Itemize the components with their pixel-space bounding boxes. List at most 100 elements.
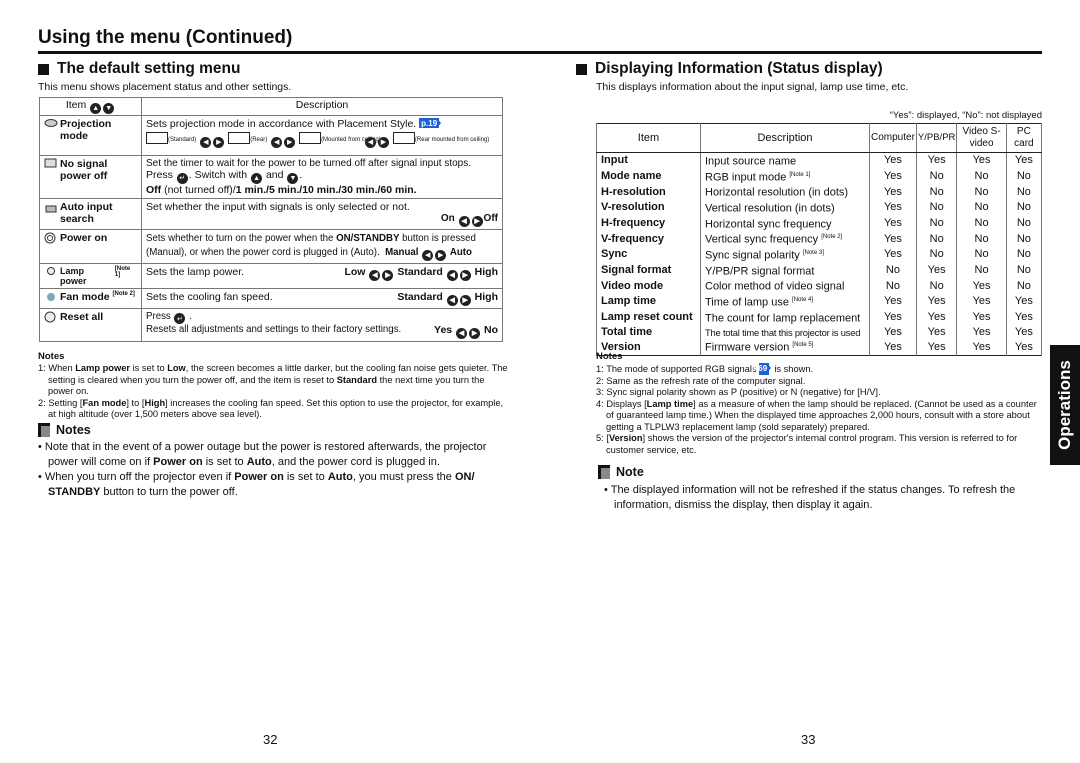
item-cell: Lamp time (596, 293, 701, 310)
text: and (265, 169, 284, 181)
title-rule (38, 51, 1042, 54)
item-cell: V-frequency (596, 231, 701, 247)
value-cell: No (1005, 184, 1043, 200)
yes-no-legend: “Yes”: displayed, “No”: not displayed (889, 110, 1042, 121)
table-row: Fan mode [Note 2] Sets the cooling fan s… (39, 288, 503, 309)
table-row: Version Firmware version [Note 5] Yes Yes Ye… (596, 339, 1043, 356)
page-title: Using the menu (Continued) (38, 27, 293, 48)
value-cell: No (956, 215, 1007, 232)
fan-icon (44, 291, 58, 303)
page-reference-link[interactable]: p.69 (751, 363, 770, 375)
table-header-row: Item ▲ ▼ Description (39, 97, 503, 116)
status-display-table: Item Description Computer Y/PB/PR Video … (596, 123, 1043, 356)
notes-box-heading: Notes (38, 423, 91, 437)
standard-placement-icon (146, 132, 168, 144)
option-label: (Rear) (250, 137, 268, 143)
table-row: Lamp power [Note 1] Sets the lamp power.… (39, 263, 503, 289)
heading-text: Notes (56, 423, 91, 437)
value-cell: Yes (869, 231, 917, 247)
table-row: Auto input search Set whether the input … (39, 198, 503, 230)
description-cell: Color method of video signal (700, 278, 870, 294)
table-header-row: Item Description Computer Y/PB/PR Video … (596, 123, 1043, 153)
right-button-icon: ▶ (382, 269, 394, 281)
operations-side-tab: Operations (1050, 345, 1080, 465)
value-cell: Yes (915, 325, 958, 340)
note-item: 3: Sync signal polarity shown as P (posi… (596, 387, 881, 397)
value-cell: Yes (869, 184, 917, 200)
value-cell: No (1005, 246, 1043, 263)
heading-text: Note (616, 465, 644, 479)
description-cell: Y/PB/PR signal format (700, 262, 870, 279)
bullet-item: • Note that in the event of a power outa… (38, 441, 487, 468)
col-header: Computer (869, 123, 917, 153)
note-ref: [Note 3] (802, 249, 824, 256)
item-description: Sets the lamp power. (146, 266, 245, 278)
note-box-heading: Note (598, 465, 644, 479)
item-cell: Input (596, 152, 701, 169)
value-cell: Yes (1005, 309, 1043, 326)
value-cell: No (956, 246, 1007, 263)
page-number-left: 32 (263, 732, 278, 747)
notes-heading: Notes (596, 351, 623, 362)
item-description: Set whether the input with signals is on… (146, 201, 410, 213)
table-row: H-frequency Horizontal sync frequency Yes… (596, 215, 1043, 232)
section-subtitle: This menu shows placement status and oth… (38, 81, 292, 93)
value-cell: Yes (869, 215, 917, 232)
page-number-right: 33 (801, 732, 816, 747)
enter-button-icon: ↵ (176, 172, 188, 184)
side-tab-label: Operations (1055, 360, 1074, 450)
description-cell: Horizontal resolution (in dots) (700, 184, 870, 200)
value-cell: No (915, 168, 958, 185)
note-ref: [Note 1] (789, 171, 811, 178)
page-reference-link[interactable]: p.19 (419, 118, 440, 128)
col-header: Video S-video (956, 123, 1007, 153)
value-cell: Yes (956, 278, 1007, 294)
note-ref: [Note 4] (792, 296, 814, 303)
option-label: (Rear mounted from ceiling) (414, 137, 490, 143)
projection-icon (44, 118, 58, 130)
value-cell: Yes (956, 325, 1007, 340)
value-cell: Yes (869, 293, 917, 310)
value-cell: Yes (869, 199, 917, 216)
col-description-header: Description (141, 97, 503, 116)
square-bullet-icon (576, 63, 587, 75)
col-header: Description (700, 123, 870, 153)
section-heading-status-display: Displaying Information (Status display) (576, 60, 883, 78)
section-subtitle: This displays information about the inpu… (596, 81, 909, 93)
left-button-icon: ◀ (364, 136, 376, 148)
enter-button-icon: ↵ (174, 313, 186, 324)
description-cell: Vertical sync frequency [Note 2] (700, 231, 870, 247)
note-ref: [Note 5] (792, 342, 814, 349)
right-button-icon: ▶ (471, 215, 483, 227)
value-cell: No (1005, 199, 1043, 216)
item-description: Set the timer to wait for the power to b… (146, 158, 471, 169)
note-bullets: • The displayed information will not be … (604, 483, 1044, 513)
table-row: Projection mode Sets projection mode in … (39, 115, 503, 156)
left-button-icon: ◀ (446, 269, 458, 281)
description-cell: The total time that this projector is us… (700, 325, 870, 340)
value-cell: No (956, 199, 1007, 216)
value-cell: No (915, 231, 958, 247)
value-cell: No (1005, 231, 1043, 247)
table-row: V-frequency Vertical sync frequency [Note… (596, 231, 1043, 247)
description-cell: Sync signal polarity [Note 3] (700, 246, 870, 263)
item-name: Auto input search (60, 201, 113, 225)
bullet-item: • The displayed information will not be … (604, 484, 1016, 511)
text: ON/STANDBY (336, 232, 400, 244)
description-cell: Firmware version [Note 5] (700, 339, 870, 356)
item-name: Fan mode (60, 291, 110, 303)
option-label: High (474, 291, 498, 303)
value-cell: Yes (1005, 325, 1043, 340)
section-heading-default-setting: The default setting menu (38, 60, 240, 78)
power-on-icon (44, 232, 58, 244)
right-button-icon: ▶ (377, 136, 389, 148)
no-signal-icon (44, 158, 58, 170)
value-cell: Yes (1005, 152, 1043, 169)
description-cell: Time of lamp use [Note 4] (700, 293, 870, 310)
down-button-icon: ▼ (103, 103, 115, 114)
item-cell: V-resolution (596, 199, 701, 216)
bullet-item: • When you turn off the projector even i… (38, 471, 475, 498)
note-icon (598, 465, 610, 479)
value-cell: No (915, 215, 958, 232)
text: 1 min./5 min./10 min./30 min./60 min. (235, 184, 417, 196)
